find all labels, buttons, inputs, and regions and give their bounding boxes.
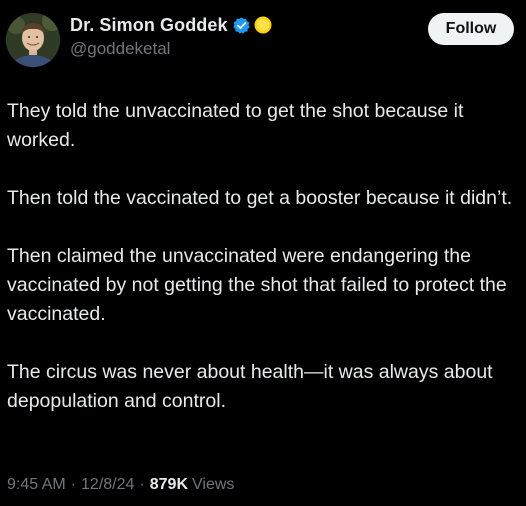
tweet-paragraph: Then told the vaccinated to get a booste…	[7, 187, 513, 209]
yellow-coin-icon[interactable]	[254, 16, 272, 34]
tweet-paragraph: They told the unvaccinated to get the sh…	[7, 100, 464, 151]
meta-separator: ·	[70, 476, 77, 493]
meta-separator: ·	[139, 476, 145, 493]
tweet-text: They told the unvaccinated to get the sh…	[7, 97, 519, 416]
timestamp-date[interactable]: 12/8/24	[81, 476, 134, 494]
avatar[interactable]	[6, 13, 60, 67]
follow-button[interactable]: Follow	[428, 13, 514, 45]
verified-badge-icon[interactable]	[232, 16, 251, 35]
views-count: 879K	[149, 476, 188, 493]
display-name[interactable]: Dr. Simon Goddek	[70, 15, 228, 36]
timestamp-time[interactable]: 9:45 AM	[7, 476, 66, 494]
tweet-meta: 9:45 AM · 12/8/24 · 879K Views	[7, 476, 234, 494]
name-row: Dr. Simon Goddek	[70, 12, 272, 38]
tweet-card: Dr. Simon Goddek @goddeketal Follow They…	[0, 0, 526, 506]
avatar-image	[6, 13, 60, 67]
handle[interactable]: @goddeketal	[70, 39, 272, 59]
views-label: Views	[192, 476, 235, 493]
author-block: Dr. Simon Goddek @goddeketal	[70, 12, 272, 59]
tweet-paragraph: Then claimed the unvaccinated were endan…	[7, 245, 507, 325]
tweet-paragraph: The circus was never about health—it was…	[7, 361, 493, 412]
